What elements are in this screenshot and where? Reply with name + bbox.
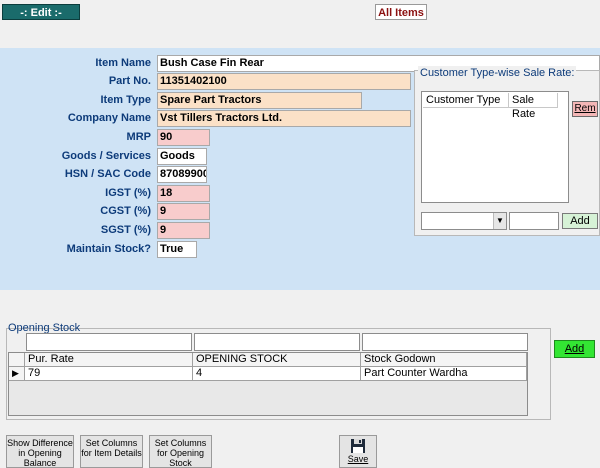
maintain-stock-label: Maintain Stock? — [66, 243, 151, 255]
hsn-sac-field[interactable]: 87089900 — [157, 166, 207, 183]
opening-stock-grid[interactable]: Pur. Rate OPENING STOCK Stock Godown ▶ 7… — [8, 352, 528, 416]
chevron-down-icon[interactable]: ▼ — [493, 213, 506, 229]
company-name-label: Company Name — [67, 112, 151, 124]
all-items-button[interactable]: All Items — [375, 4, 427, 20]
add-opening-stock-button[interactable]: Add — [554, 340, 595, 358]
sale-rate-input[interactable] — [509, 212, 559, 230]
customer-rate-list[interactable]: Customer Type Sale Rate — [421, 91, 569, 203]
table-row-opening-stock[interactable]: 4 — [193, 367, 361, 381]
top-bar — [0, 0, 600, 24]
mrp-label: MRP — [126, 131, 151, 143]
pur-rate-column-header[interactable]: Pur. Rate — [25, 353, 193, 367]
cgst-label: CGST (%) — [100, 205, 151, 217]
sgst-label: SGST (%) — [100, 224, 151, 236]
part-no-label: Part No. — [108, 75, 151, 87]
igst-label: IGST (%) — [105, 187, 151, 199]
item-type-field[interactable]: Spare Part Tractors — [157, 92, 362, 109]
stock-godown-input[interactable] — [362, 333, 528, 351]
remove-customer-rate-button[interactable]: Rem — [572, 101, 598, 117]
pur-rate-input[interactable] — [26, 333, 192, 351]
save-label: Save — [347, 454, 369, 464]
part-no-field[interactable]: 11351402100 — [157, 73, 411, 90]
customer-rate-title: Customer Type-wise Sale Rate: — [418, 66, 577, 80]
table-row-pur-rate[interactable]: 79 — [25, 367, 193, 381]
company-name-field[interactable]: Vst Tillers Tractors Ltd. — [157, 110, 411, 127]
sgst-field[interactable]: 9 — [157, 222, 210, 239]
goods-services-label: Goods / Services — [61, 150, 151, 162]
igst-field[interactable]: 18 — [157, 185, 210, 202]
sale-rate-column-header[interactable]: Sale Rate — [509, 93, 558, 120]
set-columns-opening-stock-button[interactable]: Set Columns for Opening Stock — [149, 435, 212, 468]
item-name-label: Item Name — [95, 57, 151, 69]
table-row-stock-godown[interactable]: Part Counter Wardha — [361, 367, 527, 381]
hsn-sac-label: HSN / SAC Code — [64, 168, 151, 180]
opening-stock-input[interactable] — [194, 333, 360, 351]
mrp-field[interactable]: 90 — [157, 129, 210, 146]
cgst-field[interactable]: 9 — [157, 203, 210, 220]
item-type-label: Item Type — [100, 94, 151, 106]
add-customer-rate-button[interactable]: Add — [562, 213, 598, 229]
floppy-disk-icon — [351, 439, 365, 453]
set-columns-item-details-button[interactable]: Set Columns for Item Details — [80, 435, 143, 468]
row-pointer-icon[interactable]: ▶ — [9, 367, 25, 381]
maintain-stock-field[interactable]: True — [157, 241, 197, 258]
grid-corner-cell — [9, 353, 25, 367]
opening-stock-column-header[interactable]: OPENING STOCK — [193, 353, 361, 367]
show-difference-button[interactable]: Show Difference in Opening Balance — [6, 435, 74, 468]
goods-services-field[interactable]: Goods — [157, 148, 207, 165]
edit-mode-badge: -: Edit :- — [2, 4, 80, 20]
customer-type-column-header[interactable]: Customer Type — [423, 93, 509, 108]
save-button[interactable]: Save — [339, 435, 377, 468]
stock-godown-column-header[interactable]: Stock Godown — [361, 353, 527, 367]
